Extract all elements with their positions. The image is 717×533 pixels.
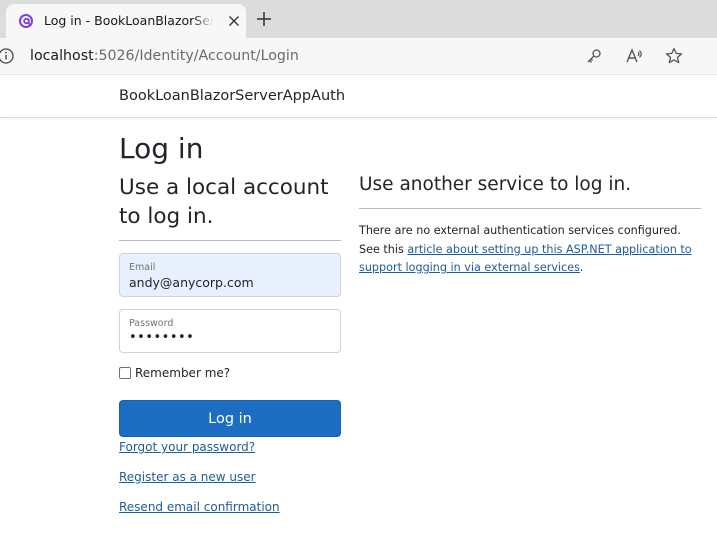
browser-tab[interactable]: Log in - BookLoanBlazorServerApp: [6, 4, 246, 38]
remember-me-checkbox[interactable]: [119, 367, 131, 379]
password-input[interactable]: ••••••••: [129, 330, 194, 346]
tab-title: Log in - BookLoanBlazorServerApp: [44, 13, 212, 28]
divider: [359, 208, 701, 209]
remember-me-label[interactable]: Remember me?: [135, 366, 230, 381]
divider: [119, 240, 341, 241]
external-auth-article-link[interactable]: article about setting up this ASP.NET ap…: [359, 243, 692, 275]
login-button[interactable]: Log in: [119, 400, 341, 437]
close-icon[interactable]: [226, 13, 242, 29]
email-field[interactable]: Email: [119, 253, 341, 297]
info-icon[interactable]: [0, 47, 18, 65]
external-login-info: There are no external authentication ser…: [359, 222, 704, 278]
external-info-end: .: [579, 261, 584, 274]
brand-link[interactable]: BookLoanBlazorServerAppAuth: [119, 87, 345, 105]
top-navbar: BookLoanBlazorServerAppAuth: [0, 75, 717, 118]
address-bar: localhost:5026/Identity/Account/Login: [0, 38, 717, 74]
forgot-password-link[interactable]: Forgot your password?: [119, 440, 255, 455]
register-link[interactable]: Register as a new user: [119, 470, 256, 485]
star-icon[interactable]: [664, 46, 684, 66]
email-label: Email: [129, 262, 156, 273]
tab-title-fade: [192, 10, 214, 32]
page-title: Log in: [119, 132, 204, 165]
resend-confirmation-link[interactable]: Resend email confirmation: [119, 500, 280, 515]
url-path: :5026/Identity/Account/Login: [93, 48, 299, 64]
url-field[interactable]: localhost:5026/Identity/Account/Login: [30, 47, 299, 65]
local-login-heading: Use a local account to log in.: [119, 175, 329, 229]
blazor-favicon-icon: [19, 14, 33, 28]
password-label: Password: [129, 318, 174, 329]
url-host: localhost: [30, 48, 94, 64]
read-aloud-icon[interactable]: [624, 46, 644, 66]
plus-icon[interactable]: [256, 11, 272, 27]
key-icon[interactable]: [584, 46, 604, 66]
external-login-heading: Use another service to log in.: [359, 174, 632, 195]
password-field[interactable]: Password ••••••••: [119, 309, 341, 353]
email-input[interactable]: [129, 275, 334, 291]
browser-tab-strip: Log in - BookLoanBlazorServerApp: [0, 0, 717, 38]
